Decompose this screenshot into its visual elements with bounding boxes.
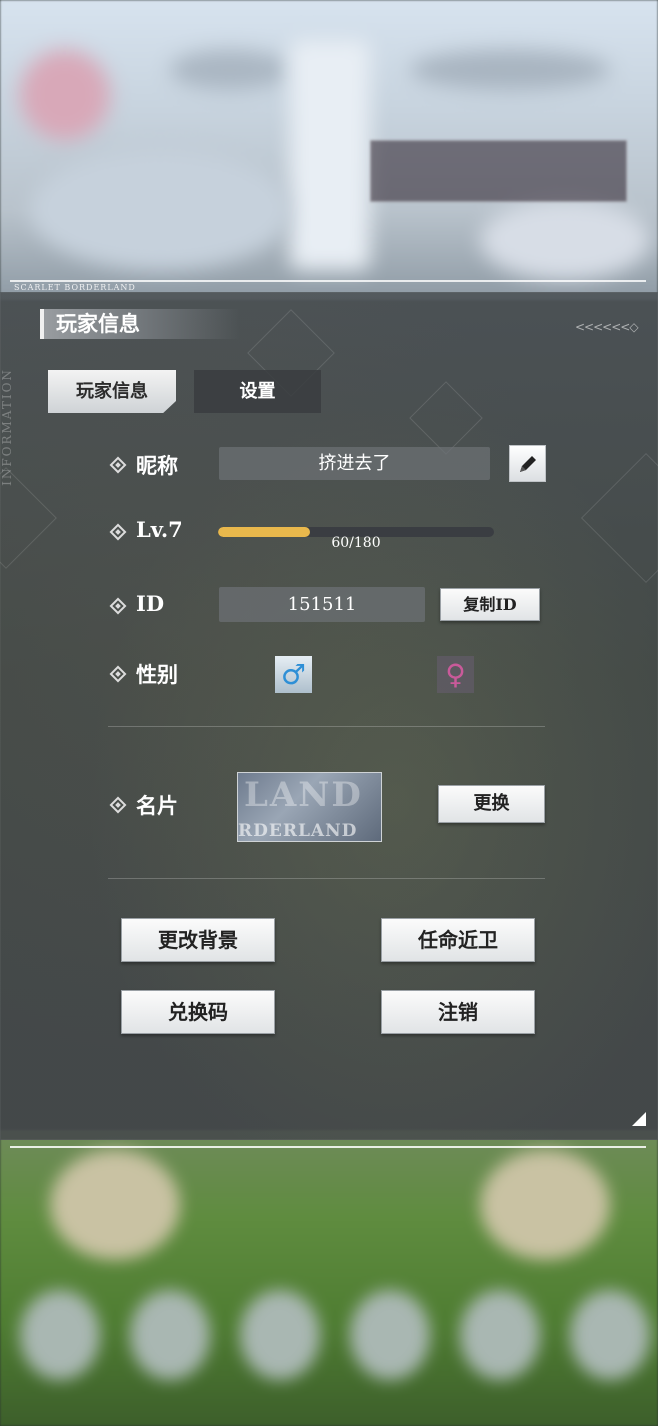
change-background-button[interactable]: 更改背景 [121,918,275,962]
panel-corner-mark [632,1112,646,1126]
exp-progress-text: 60/180 [331,535,381,551]
name-card-preview[interactable]: LAND RDERLAND [237,772,382,842]
change-card-button[interactable]: 更换 [438,785,545,823]
card-label: 名片 [136,793,178,818]
female-icon: ♀ [445,658,466,691]
top-frame: SCARLET BORDERLAND [10,10,646,292]
tab-settings[interactable]: 设置 [194,370,321,413]
gender-label: 性别 [136,662,178,687]
player-info-panel [0,292,658,1140]
edit-nickname-button[interactable] [509,445,546,482]
title-accent [40,309,44,339]
divider [108,726,545,727]
gender-male-button[interactable]: ♂ [275,656,312,693]
pencil-icon [516,452,540,476]
card-text-top: LAND [244,775,363,815]
level-label: Lv.7 [136,517,183,542]
male-icon: ♂ [280,658,307,691]
gender-female-button[interactable]: ♀ [437,656,474,693]
id-field: 151511 [219,587,425,622]
page-title: 玩家信息 [56,311,140,336]
panel-bottom-frame [10,1146,646,1148]
background-bottom-scene [0,1130,658,1426]
logout-button[interactable]: 注销 [381,990,535,1034]
appoint-guard-button[interactable]: 任命近卫 [381,918,535,962]
divider [108,878,545,879]
side-caption: INFORMATION [0,368,14,486]
decor-diamond [409,381,483,455]
copy-id-button[interactable]: 复制ID [440,588,540,621]
id-label: ID [136,591,165,616]
redeem-code-button[interactable]: 兑换码 [121,990,275,1034]
tab-player-info[interactable]: 玩家信息 [48,370,176,413]
decor-arrows: <<<<<<◇ [575,320,639,334]
decor-diamond [580,452,658,584]
nickname-field: 挤进去了 [219,447,490,480]
card-text-bottom: RDERLAND [238,821,358,841]
nickname-label: 昵称 [136,453,178,478]
top-caption: SCARLET BORDERLAND [14,283,136,292]
